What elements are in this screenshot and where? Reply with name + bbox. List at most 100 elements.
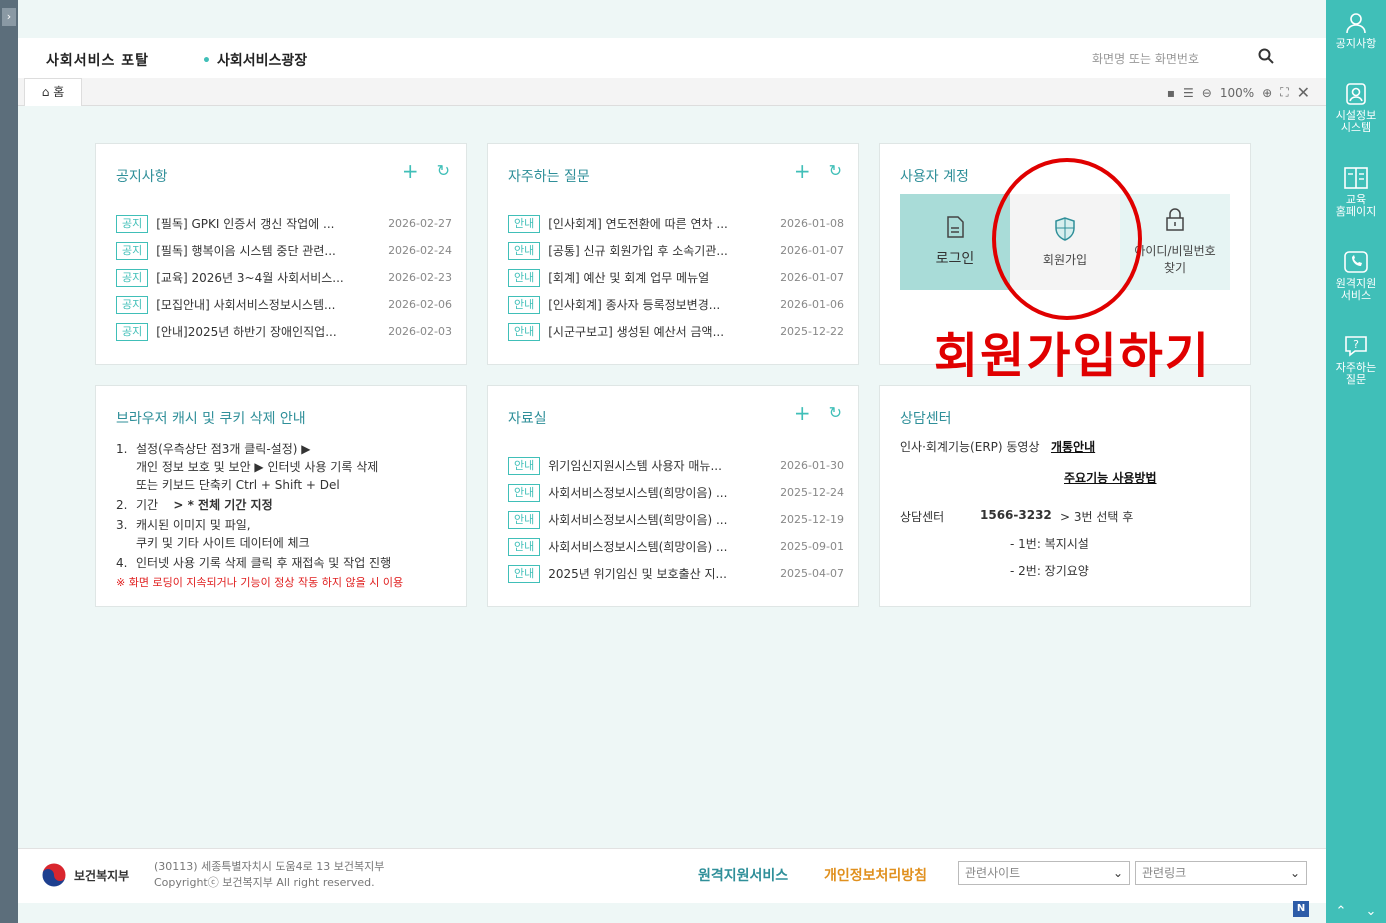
list-item[interactable]: 안내 [회계] 예산 및 회계 업무 메뉴얼 2026-01-07 (508, 264, 844, 291)
warning-text: ※ 화면 로딩이 지속되거나 기능이 정상 작동 하지 않을 시 이용 (116, 576, 404, 589)
refresh-icon[interactable]: ↻ (437, 160, 450, 182)
badge: 공지 (116, 241, 149, 260)
refresh-icon[interactable]: ↻ (829, 160, 842, 182)
related-links-value: 관련링크 (1142, 866, 1187, 880)
list-item[interactable]: 공지 [모집안내] 사회서비스정보시스템... 2026-02-06 (116, 291, 452, 318)
bottom-strip (18, 903, 1326, 923)
item-date: 2026-02-27 (388, 217, 452, 230)
list-item[interactable]: 공지 [필독] 행복이음 시스템 중단 관련... 2026-02-24 (116, 237, 452, 264)
expand-icon[interactable]: › (2, 8, 16, 26)
scroll-controls: ⌃ ⌄ (1326, 904, 1386, 919)
find-label-2: 찾기 (1163, 261, 1187, 275)
item-date: 2026-01-06 (780, 298, 844, 311)
item-title: [교육] 2026년 3~4월 사회서비스... (156, 271, 344, 285)
step-text: 또는 키보드 단축키 Ctrl + Shift + Del (136, 478, 340, 492)
quick-education[interactable]: 교육 홈페이지 (1326, 166, 1386, 218)
list-item[interactable]: 안내 사회서비스정보시스템(희망이음) ... 2025-09-01 (508, 533, 844, 560)
badge: 안내 (508, 322, 541, 341)
list-item[interactable]: 공지 [안내]2025년 하반기 장애인직업... 2026-02-03 (116, 318, 452, 345)
list-item[interactable]: 안내 위기임신지원시스템 사용자 매뉴... 2026-01-30 (508, 452, 844, 479)
refresh-icon[interactable]: ↻ (829, 402, 842, 424)
find-account-button[interactable]: 아이디/비밀번호 찾기 (1120, 194, 1230, 290)
list-item[interactable]: 공지 [필독] GPKI 인증서 갱신 작업에 ... 2026-02-27 (116, 210, 452, 237)
plus-icon[interactable]: + (794, 402, 811, 424)
list-item[interactable]: 안내 [인사회계] 연도전환에 따른 연차 ... 2026-01-08 (508, 210, 844, 237)
zoom-out-icon[interactable]: ⊖ (1202, 86, 1212, 100)
chevron-down-icon[interactable]: ⌄ (1366, 904, 1377, 919)
tab-home[interactable]: ⌂ 홈 (24, 78, 82, 106)
list-item[interactable]: 안내 [시군구보고] 생성된 예산서 금액... 2025-12-22 (508, 318, 844, 345)
plus-icon[interactable]: + (794, 160, 811, 182)
zoom-in-icon[interactable]: ⊕ (1262, 86, 1272, 100)
login-button[interactable]: 로그인 (900, 194, 1010, 290)
feature-guide-link[interactable]: 주요기능 사용방법 (1064, 471, 1157, 485)
list-icon[interactable]: ☰ (1183, 86, 1194, 100)
badge: 공지 (116, 322, 149, 341)
ministry-name: 보건복지부 (74, 868, 130, 883)
plus-icon[interactable]: + (402, 160, 419, 182)
fullscreen-icon[interactable]: ⛶ (1280, 85, 1288, 100)
quick-faq[interactable]: ? 자주하는 질문 (1326, 334, 1386, 386)
zoom-level: 100% (1219, 85, 1255, 100)
related-sites-select[interactable]: 관련사이트 ⌄ (958, 861, 1130, 885)
badge-icon (1346, 83, 1366, 105)
list-item[interactable]: 안내 2025년 위기임신 및 보호출산 지... 2025-04-07 (508, 560, 844, 587)
brand-title[interactable]: 사회서비스 포탈 (46, 50, 149, 70)
item-date: 2025-09-01 (780, 540, 844, 553)
close-icon[interactable]: ✕ (1297, 83, 1310, 102)
item-title: 2025년 위기임신 및 보호출산 지... (548, 567, 727, 581)
list-item[interactable]: 안내 [인사회계] 종사자 등록정보변경... 2026-01-06 (508, 291, 844, 318)
notice-title: 공지사항 (116, 169, 168, 185)
item-title: [안내]2025년 하반기 장애인직업... (156, 325, 337, 339)
home-icon: ⌂ (41, 85, 50, 99)
list-item[interactable]: 안내 사회서비스정보시스템(희망이음) ... 2025-12-24 (508, 479, 844, 506)
badge: 안내 (508, 295, 541, 314)
lock-icon (1166, 208, 1184, 231)
item-date: 2025-04-07 (780, 567, 844, 580)
center-label: 상담센터 (900, 510, 945, 524)
option-text: - 2번: 장기요양 (1010, 564, 1089, 578)
badge: 안내 (508, 268, 541, 287)
open-guide-link[interactable]: 개통안내 (1051, 440, 1095, 454)
search-icon[interactable] (1258, 48, 1274, 67)
breadcrumb-current: 사회서비스광장 (216, 53, 308, 69)
step-text: 기간 (136, 498, 159, 512)
quick-label: 홈페이지 (1335, 205, 1377, 218)
item-title: 위기임신지원시스템 사용자 매뉴... (548, 459, 722, 473)
n-badge-icon[interactable]: N (1293, 901, 1309, 917)
chevron-up-icon[interactable]: ⌃ (1336, 904, 1347, 919)
cache-title: 브라우저 캐시 및 쿠키 삭제 안내 (116, 411, 306, 427)
folder-icon[interactable]: ▪ (1167, 86, 1175, 100)
chevron-down-icon: ⌄ (1112, 866, 1123, 880)
erp-label: 인사·회계기능(ERP) 동영상 (900, 440, 1040, 454)
cache-guide-panel: 브라우저 캐시 및 쿠키 삭제 안내 1. 설정(우측상단 점3개 클릭-설정) … (95, 385, 467, 607)
breadcrumb: • 사회서비스광장 (202, 53, 308, 69)
badge: 공지 (116, 295, 149, 314)
quick-label: 공지사항 (1335, 37, 1377, 50)
consult-panel: 상담센터 인사·회계기능(ERP) 동영상 개통안내 주요기능 사용방법 상담센… (879, 385, 1251, 607)
quick-label: 질문 (1345, 373, 1367, 386)
list-item[interactable]: 안내 [공통] 신규 회원가입 후 소속기관... 2026-01-07 (508, 237, 844, 264)
tab-home-label: 홈 (53, 85, 65, 99)
ministry-logo: 보건복지부 (40, 861, 129, 889)
quick-facility-system[interactable]: 시설정보 시스템 (1326, 82, 1386, 134)
quick-notice[interactable]: 공지사항 (1326, 12, 1386, 50)
remote-support-link[interactable]: 원격지원서비스 (698, 865, 788, 885)
step-number: 3. (116, 518, 128, 532)
item-date: 2026-01-30 (780, 459, 844, 472)
list-item[interactable]: 안내 사회서비스정보시스템(희망이음) ... 2025-12-19 (508, 506, 844, 533)
item-title: [필독] GPKI 인증서 갱신 작업에 ... (156, 217, 335, 231)
related-links-select[interactable]: 관련링크 ⌄ (1135, 861, 1307, 885)
privacy-policy-link[interactable]: 개인정보처리방침 (824, 865, 927, 885)
item-date: 2025-12-24 (780, 486, 844, 499)
join-button[interactable]: 회원가입 (1010, 194, 1120, 290)
notice-list: 공지 [필독] GPKI 인증서 갱신 작업에 ... 2026-02-27 공지 [… (116, 210, 452, 345)
search-input[interactable]: 화면명 또는 화면번호 (1092, 50, 1199, 67)
list-item[interactable]: 공지 [교육] 2026년 3~4월 사회서비스... 2026-02-23 (116, 264, 452, 291)
archive-list: 안내 위기임신지원시스템 사용자 매뉴... 2026-01-30 안내 사회서비스정… (508, 452, 844, 587)
item-title: [필독] 행복이음 시스템 중단 관련... (156, 244, 336, 258)
view-tools: ▪ ☰ ⊖ 100% ⊕ ⛶ ✕ (1167, 83, 1310, 102)
top-strip (18, 0, 1326, 38)
address-line: (30113) 세종특별자치시 도움4로 13 보건복지부 (154, 860, 385, 873)
quick-remote-support[interactable]: 원격지원 서비스 (1326, 250, 1386, 302)
